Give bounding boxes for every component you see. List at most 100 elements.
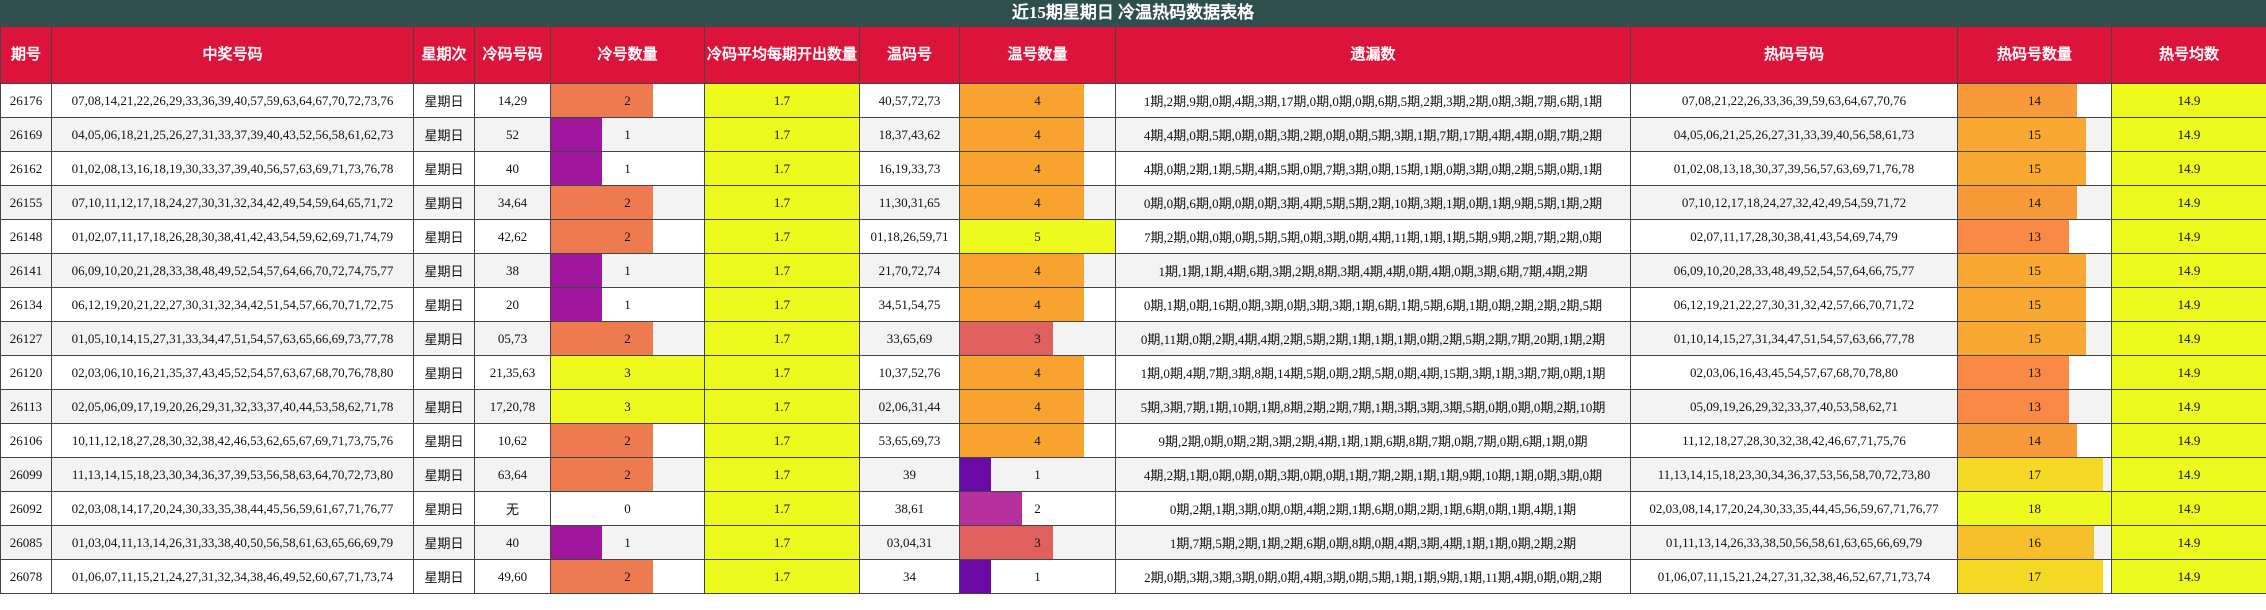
weekday-cell: 星期日 [413, 423, 475, 458]
hot-cell: 11,12,18,27,28,30,32,38,42,46,67,71,75,7… [1630, 423, 1958, 458]
miss-cell: 4期,4期,0期,5期,0期,0期,3期,2期,0期,0期,5期,3期,1期,7… [1115, 117, 1631, 152]
hot-count-cell-bar [1958, 322, 2086, 355]
warm-count-cell-value: 5 [1034, 228, 1041, 244]
cold-count-cell-bar [551, 458, 653, 491]
warm-count-cell-value: 1 [1034, 568, 1041, 584]
cold-count-cell-value: 2 [624, 194, 631, 210]
issue-cell: 26141 [0, 253, 52, 288]
header-miss: 遗漏数 [1115, 26, 1631, 84]
warm-cell: 01,18,26,59,71 [859, 219, 960, 254]
table-row: 26085 01,03,04,11,13,14,26,31,33,38,40,50… [0, 525, 2266, 560]
cold-count-cell-bar [551, 526, 602, 559]
hot-avg-cell: 14.9 [2111, 185, 2266, 220]
warm-cell: 34,51,54,75 [859, 287, 960, 322]
miss-cell: 1期,2期,9期,0期,4期,3期,17期,0期,0期,0期,6期,5期,2期,… [1115, 83, 1631, 118]
hot-count-cell-value: 14 [2028, 194, 2041, 210]
warm-count-cell-value: 3 [1034, 534, 1041, 550]
weekday-cell: 星期日 [413, 253, 475, 288]
cold-count-cell-value: 1 [624, 160, 631, 176]
hot-count-cell: 15 [1957, 253, 2112, 288]
cold-count-cell-bar [551, 152, 602, 185]
warm-count-cell-value: 4 [1034, 92, 1041, 108]
hot-count-cell-bar [1958, 526, 2094, 559]
cold-count-cell-bar [551, 220, 653, 253]
table-row: 26155 07,10,11,12,17,18,24,27,30,31,32,34… [0, 185, 2266, 220]
table-row: 26169 04,05,06,18,21,25,26,27,31,33,37,39… [0, 117, 2266, 152]
warm-count-cell-bar [960, 288, 1084, 321]
hot-avg-cell: 14.9 [2111, 287, 2266, 322]
warm-cell: 40,57,72,73 [859, 83, 960, 118]
header-issue: 期号 [0, 26, 52, 84]
hot-avg-cell: 14.9 [2111, 355, 2266, 390]
cold-count-cell-value: 1 [624, 296, 631, 312]
miss-cell: 1期,0期,4期,7期,3期,8期,14期,5期,0期,2期,5期,0期,4期,… [1115, 355, 1631, 390]
hot-cell: 02,03,06,16,43,45,54,57,67,68,70,78,80 [1630, 355, 1958, 390]
weekday-cell: 星期日 [413, 219, 475, 254]
cold-count-cell-value: 2 [624, 92, 631, 108]
warm-count-cell: 4 [959, 423, 1116, 458]
numbers-cell: 01,06,07,11,15,21,24,27,31,32,34,38,46,4… [51, 559, 414, 594]
cold-count-cell: 0 [550, 491, 705, 526]
header-cold: 冷码号码 [474, 26, 551, 84]
table-row: 26106 10,11,12,18,27,28,30,32,38,42,46,53… [0, 423, 2266, 458]
cold-avg-cell: 1.7 [704, 253, 860, 288]
issue-cell: 26092 [0, 491, 52, 526]
warm-count-cell-bar [960, 118, 1084, 151]
hot-count-cell: 15 [1957, 321, 2112, 356]
cold-count-cell: 2 [550, 423, 705, 458]
hot-count-cell: 18 [1957, 491, 2112, 526]
cold-count-cell: 2 [550, 457, 705, 492]
warm-count-cell: 4 [959, 287, 1116, 322]
numbers-cell: 06,09,10,20,21,28,33,38,48,49,52,54,57,6… [51, 253, 414, 288]
numbers-cell: 04,05,06,18,21,25,26,27,31,33,37,39,40,4… [51, 117, 414, 152]
cold-cell: 42,62 [474, 219, 551, 254]
header-hot: 热码号码 [1630, 26, 1958, 84]
hot-count-cell-value: 13 [2028, 398, 2041, 414]
warm-count-cell: 4 [959, 389, 1116, 424]
cold-cell: 40 [474, 151, 551, 186]
header-hot-count: 热码号数量 [1957, 26, 2112, 84]
warm-cell: 33,65,69 [859, 321, 960, 356]
warm-cell: 02,06,31,44 [859, 389, 960, 424]
header-cold-count: 冷号数量 [550, 26, 705, 84]
table-row: 26148 01,02,07,11,17,18,26,28,30,38,41,42… [0, 219, 2266, 254]
hot-cell: 02,07,11,17,28,30,38,41,43,54,69,74,79 [1630, 219, 1958, 254]
warm-count-cell-value: 4 [1034, 194, 1041, 210]
weekday-cell: 星期日 [413, 151, 475, 186]
header-cold-avg: 冷码平均每期开出数量 [704, 26, 860, 84]
cold-count-cell-value: 2 [624, 568, 631, 584]
numbers-cell: 01,02,08,13,16,18,19,30,33,37,39,40,56,5… [51, 151, 414, 186]
cold-cell: 14,29 [474, 83, 551, 118]
header-hot-avg: 热号均数 [2111, 26, 2266, 84]
cold-avg-cell: 1.7 [704, 355, 860, 390]
cold-count-cell-value: 1 [624, 126, 631, 142]
cold-count-cell: 1 [550, 117, 705, 152]
hot-count-cell-bar [1958, 288, 2086, 321]
cold-count-cell: 1 [550, 287, 705, 322]
hot-count-cell-value: 14 [2028, 92, 2041, 108]
warm-count-cell-bar [960, 390, 1084, 423]
issue-cell: 26162 [0, 151, 52, 186]
warm-count-cell: 5 [959, 219, 1116, 254]
warm-count-cell: 4 [959, 151, 1116, 186]
cold-count-cell: 2 [550, 185, 705, 220]
cold-avg-cell: 1.7 [704, 525, 860, 560]
numbers-cell: 01,03,04,11,13,14,26,31,33,38,40,50,56,5… [51, 525, 414, 560]
hot-count-cell-value: 14 [2028, 432, 2041, 448]
header-warm: 温码号 [859, 26, 960, 84]
hot-count-cell-value: 15 [2028, 296, 2041, 312]
warm-count-cell-value: 4 [1034, 262, 1041, 278]
hot-count-cell-value: 17 [2028, 466, 2041, 482]
warm-count-cell-value: 4 [1034, 364, 1041, 380]
hot-count-cell: 16 [1957, 525, 2112, 560]
weekday-cell: 星期日 [413, 355, 475, 390]
cold-count-cell-value: 3 [624, 398, 631, 414]
cold-count-cell: 3 [550, 355, 705, 390]
warm-count-cell: 4 [959, 253, 1116, 288]
table-row: 26176 07,08,14,21,22,26,29,33,36,39,40,57… [0, 83, 2266, 118]
cold-cell: 49,60 [474, 559, 551, 594]
cold-count-cell-bar [551, 560, 653, 593]
hot-count-cell: 13 [1957, 355, 2112, 390]
cold-avg-cell: 1.7 [704, 321, 860, 356]
hot-cell: 06,12,19,21,22,27,30,31,32,42,57,66,70,7… [1630, 287, 1958, 322]
